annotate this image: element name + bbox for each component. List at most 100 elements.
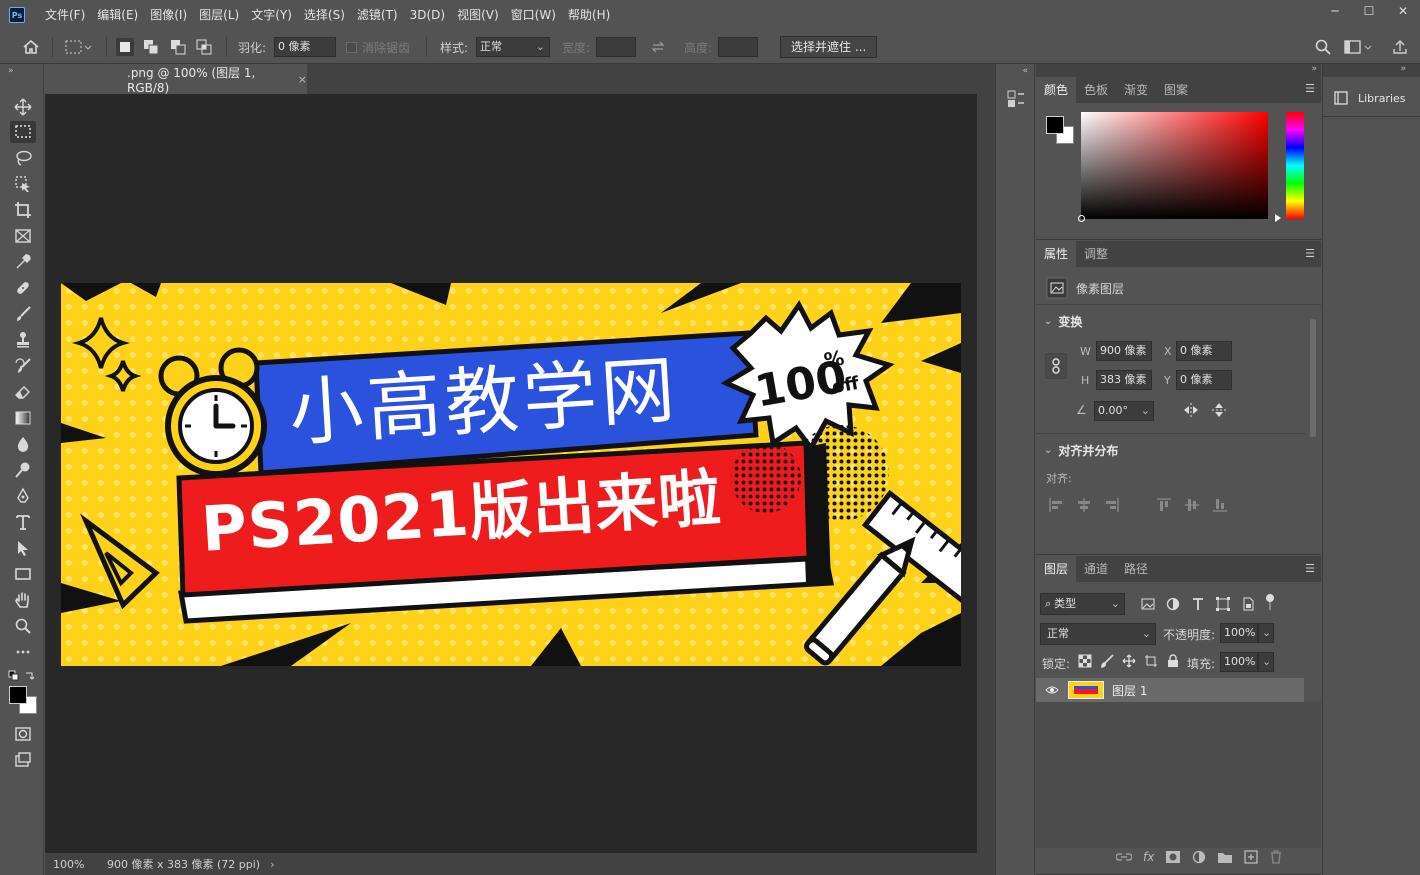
align-hcenter-icon[interactable] [1076, 497, 1092, 513]
transform-section-header[interactable]: ⌄ 变换 [1044, 313, 1082, 330]
color-panel-swatches[interactable] [1046, 116, 1076, 146]
panel-collapse-icon[interactable]: » [1311, 64, 1317, 74]
align-bottom-icon[interactable] [1212, 497, 1228, 513]
move-tool[interactable] [12, 96, 34, 118]
link-layers-icon[interactable] [1116, 850, 1132, 864]
edit-toolbar-button[interactable] [12, 641, 34, 663]
foreground-color-swatch[interactable] [9, 686, 27, 704]
height-field[interactable]: 383 像素 [1096, 370, 1152, 390]
filter-adjustment-icon[interactable] [1165, 596, 1181, 612]
menu-filter[interactable]: 滤镜(T) [351, 0, 404, 30]
layer-row[interactable]: 图层 1 [1036, 678, 1304, 702]
height-input[interactable] [718, 37, 758, 57]
close-tab-icon[interactable]: × [298, 73, 307, 86]
tab-paths[interactable]: 路径 [1116, 556, 1156, 582]
delete-layer-icon[interactable] [1269, 850, 1283, 864]
menu-layer[interactable]: 图层(L) [193, 0, 245, 30]
tab-color[interactable]: 颜色 [1036, 77, 1077, 103]
intersect-selection-button[interactable] [196, 30, 212, 64]
lock-artboard-icon[interactable] [1144, 654, 1158, 668]
menu-type[interactable]: 文字(Y) [245, 0, 298, 30]
adjustment-layer-icon[interactable] [1192, 850, 1206, 864]
link-dimensions-button[interactable] [1045, 353, 1067, 379]
healing-brush-tool[interactable] [12, 277, 34, 299]
expand-arrows-icon[interactable]: « [1022, 66, 1028, 76]
antialias-box[interactable] [346, 41, 357, 53]
new-group-icon[interactable] [1217, 850, 1233, 864]
eraser-tool[interactable] [12, 381, 34, 403]
x-field[interactable]: 0 像素 [1176, 341, 1232, 361]
align-vcenter-icon[interactable] [1184, 497, 1200, 513]
menu-view[interactable]: 视图(V) [451, 0, 505, 30]
vertical-scrollbar[interactable] [977, 94, 995, 854]
opacity-dropdown[interactable]: ⌄ [1258, 623, 1274, 643]
properties-scroll-thumb[interactable] [1310, 319, 1316, 437]
new-selection-button[interactable] [116, 30, 134, 64]
swap-dimensions-button[interactable] [650, 30, 666, 64]
tab-properties[interactable]: 属性 [1036, 241, 1077, 267]
menu-select[interactable]: 选择(S) [298, 0, 351, 30]
feather-input[interactable]: 0 像素 [274, 37, 336, 57]
panel-foreground-swatch[interactable] [1046, 116, 1064, 134]
properties-scrollbar[interactable] [1308, 307, 1318, 527]
search-button[interactable] [1314, 30, 1332, 64]
layer-name[interactable]: 图层 1 [1112, 682, 1147, 699]
width-input[interactable] [596, 37, 636, 57]
antialias-checkbox[interactable]: 消除锯齿 [346, 30, 410, 64]
history-panel-button[interactable] [1007, 90, 1025, 111]
history-brush-tool[interactable] [12, 355, 34, 377]
document-tab[interactable]: .png @ 100% (图层 1, RGB/8) × [45, 64, 307, 95]
add-mask-icon[interactable] [1165, 850, 1181, 864]
zoom-tool[interactable] [12, 615, 34, 637]
rectangular-marquee-tool[interactable] [10, 121, 36, 143]
layers-menu-icon[interactable]: ☰ [1305, 562, 1315, 575]
align-left-icon[interactable] [1048, 497, 1064, 513]
lock-transparent-icon[interactable] [1078, 654, 1092, 668]
filter-toggle[interactable] [1266, 594, 1274, 610]
new-layer-icon[interactable] [1244, 850, 1258, 864]
hand-tool[interactable] [12, 589, 34, 611]
clone-stamp-tool[interactable] [12, 329, 34, 351]
menu-image[interactable]: 图像(I) [144, 0, 193, 30]
home-button[interactable] [22, 30, 40, 64]
crop-tool[interactable] [12, 199, 34, 221]
subtract-selection-button[interactable] [170, 30, 186, 64]
flip-horizontal-button[interactable] [1182, 401, 1200, 422]
properties-menu-icon[interactable]: ☰ [1305, 247, 1315, 260]
flip-vertical-button[interactable] [1210, 401, 1228, 422]
align-top-icon[interactable] [1156, 497, 1172, 513]
fill-dropdown[interactable]: ⌄ [1258, 652, 1274, 672]
tab-channels[interactable]: 通道 [1076, 556, 1116, 582]
tab-adjustments[interactable]: 调整 [1076, 241, 1116, 267]
align-section-header[interactable]: ⌄ 对齐并分布 [1044, 442, 1118, 459]
dodge-tool[interactable] [12, 459, 34, 481]
close-button[interactable]: ✕ [1386, 0, 1420, 22]
zoom-level[interactable]: 100% [45, 858, 93, 871]
blur-tool[interactable] [12, 433, 34, 455]
filter-type-icon[interactable] [1190, 596, 1206, 612]
y-field[interactable]: 0 像素 [1176, 370, 1232, 390]
frame-tool[interactable] [12, 225, 34, 247]
gradient-tool[interactable] [12, 407, 34, 429]
quick-mask-button[interactable] [12, 723, 34, 745]
select-and-mask-button[interactable]: 选择并遮住 ... [780, 36, 878, 58]
visibility-eye-icon[interactable] [1045, 685, 1059, 695]
lasso-tool[interactable] [12, 147, 34, 169]
menu-file[interactable]: 文件(F) [39, 0, 91, 30]
fill-field[interactable]: 100% [1220, 652, 1258, 672]
color-field-picker[interactable] [1078, 112, 1268, 222]
color-picker-cursor[interactable] [1078, 215, 1085, 222]
libraries-button[interactable]: Libraries [1333, 90, 1406, 106]
angle-field[interactable]: 0.00° ⌄ [1094, 401, 1154, 421]
layer-filter-select[interactable]: ⌕ 类型 ⌄ [1040, 593, 1125, 615]
opacity-field[interactable]: 100% [1220, 623, 1258, 643]
blend-mode-select[interactable]: 正常 ⌄ [1040, 623, 1156, 645]
width-field[interactable]: 900 像素 [1096, 341, 1152, 361]
style-select[interactable]: 正常 ⌄ [476, 37, 550, 57]
chevron-right-icon[interactable]: › [270, 858, 274, 871]
menu-3d[interactable]: 3D(D) [404, 0, 451, 30]
filter-shape-icon[interactable] [1215, 596, 1231, 612]
path-selection-tool[interactable] [12, 537, 34, 559]
add-selection-button[interactable] [143, 30, 159, 64]
rectangle-tool[interactable] [12, 563, 34, 585]
